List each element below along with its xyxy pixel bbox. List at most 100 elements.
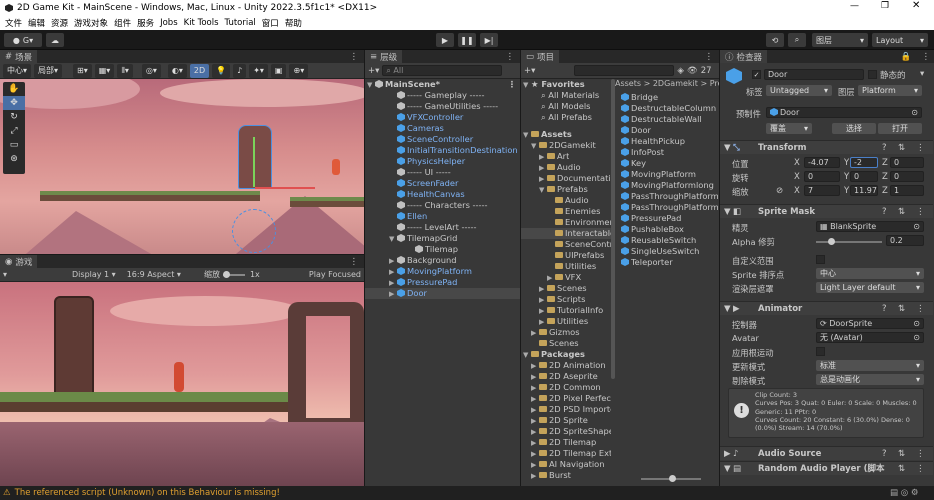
tree-folder[interactable]: Scenes	[539, 338, 579, 349]
tree-folder[interactable]: ▶ Art	[539, 151, 569, 162]
help-icon[interactable]: ?	[882, 141, 887, 155]
tree-folder[interactable]: Audio	[555, 195, 589, 206]
list-item[interactable]: ----- Gameplay -----	[397, 90, 517, 101]
scale-y-field[interactable]: 11.971	[850, 185, 878, 196]
global-dropdown[interactable]: 局部 ▾	[34, 63, 63, 78]
game-dropdown-icon[interactable]: ▾	[3, 270, 7, 279]
preset-icon[interactable]: ⇅	[898, 141, 905, 155]
component-menu-icon[interactable]: ⋮	[916, 141, 925, 155]
package-item[interactable]: ▶ 2D Sprite	[531, 415, 588, 426]
overrides-dropdown[interactable]: 覆盖 ▾	[766, 123, 812, 134]
more-icon[interactable]: ⋮	[705, 52, 714, 62]
component-menu-icon[interactable]: ⋮	[916, 447, 925, 461]
list-item[interactable]: ▼ TilemapGrid	[389, 233, 517, 244]
favorite-item[interactable]: ⌕ All Prefabs	[541, 112, 592, 123]
list-item[interactable]: HealthCanvas	[397, 189, 517, 200]
asset-item[interactable]: Bridge	[621, 92, 658, 103]
asset-item[interactable]: PushableBox	[621, 224, 684, 235]
position-x-field[interactable]: -4.07	[804, 157, 840, 168]
update-mode-dropdown[interactable]: 标准 ▾	[816, 360, 924, 371]
hierarchy-search-input[interactable]: ⌕ All	[382, 65, 503, 76]
package-item[interactable]: ▶ 2D Aseprite	[531, 371, 598, 382]
tree-folder[interactable]: ▶ Audio	[539, 162, 581, 173]
search-icon[interactable]: ⌕	[788, 33, 806, 47]
package-item[interactable]: ▶ 2D Animation	[531, 360, 606, 371]
asset-item[interactable]: PassThroughPlatform	[621, 191, 719, 202]
audio-source-header[interactable]: ▶ ♪ Audio Source? ⇅ ⋮	[720, 446, 933, 460]
favorites-header[interactable]: ▼ ★ Favorites	[523, 79, 585, 90]
fx-icon[interactable]: ✦▾	[249, 63, 268, 78]
status-bar[interactable]: ⚠ The referenced script (Unknown) on thi…	[0, 486, 934, 500]
package-item[interactable]: ▶2D Tilemap Extras	[531, 448, 611, 459]
lock-icon[interactable]: 🔒	[901, 52, 912, 62]
tree-folder[interactable]: ▶ Scripts	[539, 294, 585, 305]
menu-help[interactable]: 帮助	[285, 17, 302, 29]
step-button[interactable]: ▶|	[480, 33, 498, 47]
alpha-slider[interactable]	[816, 238, 882, 245]
menu-assets[interactable]: 资源	[51, 17, 68, 29]
move-gizmo-x[interactable]	[255, 187, 315, 189]
preset-icon[interactable]: ⇅	[898, 447, 905, 461]
account-button[interactable]: ● G ▾	[4, 33, 42, 47]
rotation-x-field[interactable]: 0	[804, 171, 840, 182]
select-button[interactable]: 选择	[832, 123, 876, 134]
tree-folder[interactable]: ▼ 2DGamekit	[531, 140, 596, 151]
project-search-input[interactable]	[574, 65, 675, 76]
alpha-field[interactable]: 0.2	[886, 235, 924, 246]
list-item[interactable]: ----- UI -----	[397, 167, 517, 178]
breadcrumb-item[interactable]: Assets	[615, 79, 641, 88]
audio-icon[interactable]: ♪	[233, 63, 247, 78]
list-item[interactable]: ▶ Background	[389, 255, 517, 266]
list-item[interactable]: SceneController	[397, 134, 517, 145]
selection-circle[interactable]	[232, 209, 276, 253]
asset-item[interactable]: MovingPlatform	[621, 169, 696, 180]
more-icon[interactable]: ⋮	[506, 52, 515, 62]
favorite-item[interactable]: ⌕ All Models	[541, 101, 590, 112]
shading-icon[interactable]: ◐▾	[167, 63, 187, 78]
custom-range-checkbox[interactable]	[816, 255, 825, 264]
increment-icon[interactable]: ⦀▾	[117, 63, 133, 78]
tree-folder[interactable]: ▶Documentation	[539, 173, 611, 184]
move-gizmo-y[interactable]	[253, 137, 255, 187]
package-item[interactable]: ▶ 2D Tilemap	[531, 437, 596, 448]
tag-dropdown[interactable]: Untagged ▾	[766, 85, 832, 96]
rotation-y-field[interactable]: 0	[850, 171, 878, 182]
preset-icon[interactable]: ⇅	[898, 302, 905, 316]
list-item-selected[interactable]: ▶ Door	[365, 288, 520, 299]
open-button[interactable]: 打开	[878, 123, 922, 134]
list-item[interactable]: Tilemap	[415, 244, 515, 255]
transform-header[interactable]: ▼ ⤡ Transform? ⇅ ⋮	[720, 140, 933, 154]
tag-icon[interactable]: ◈	[677, 66, 684, 76]
display-dropdown[interactable]: Display 1 ▾	[72, 270, 116, 279]
position-z-field[interactable]: 0	[890, 157, 924, 168]
add-icon[interactable]: +▾	[524, 66, 535, 76]
menu-window[interactable]: 窗口	[262, 17, 279, 29]
static-dropdown[interactable]: ▾	[920, 69, 924, 79]
scale-slider[interactable]	[222, 270, 245, 278]
package-item[interactable]: ▶ 2D Common	[531, 382, 601, 393]
history-icon[interactable]: ⟲	[766, 33, 784, 47]
tab-hierarchy[interactable]: ≡ 层级	[365, 50, 403, 63]
list-item[interactable]: ▼ MainScene* ⋮	[367, 79, 518, 90]
help-icon[interactable]: ?	[882, 205, 887, 219]
toggle-2d-button[interactable]: 2D	[189, 63, 210, 78]
packages-folder[interactable]: ▼ Packages	[523, 349, 585, 360]
prefab-field[interactable]: Door ⊙	[766, 107, 922, 118]
minimize-button[interactable]: —	[850, 1, 859, 11]
eye-icon[interactable]: 👁	[687, 66, 698, 76]
game-viewport[interactable]	[0, 282, 364, 486]
menu-gameobject[interactable]: 游戏对象	[74, 17, 108, 29]
menu-edit[interactable]: 编辑	[28, 17, 45, 29]
light-icon[interactable]: 💡	[212, 63, 231, 78]
render-mask-dropdown[interactable]: Light Layer default ▾	[816, 282, 924, 293]
asset-item[interactable]: InfoPost	[621, 147, 664, 158]
asset-item[interactable]: ReusableSwitch	[621, 235, 696, 246]
grid-snap-icon[interactable]: ▦▾	[94, 63, 115, 78]
list-item[interactable]: InitialTransitionDestination	[397, 145, 517, 156]
asset-item[interactable]: Key	[621, 158, 646, 169]
asset-item[interactable]: SingleUseSwitch	[621, 246, 699, 257]
tree-folder[interactable]: UIPrefabs	[555, 250, 604, 261]
culling-mode-dropdown[interactable]: 总是动画化 ▾	[816, 374, 924, 385]
static-checkbox[interactable]	[868, 70, 877, 79]
tree-folder[interactable]: Environment	[555, 217, 611, 228]
